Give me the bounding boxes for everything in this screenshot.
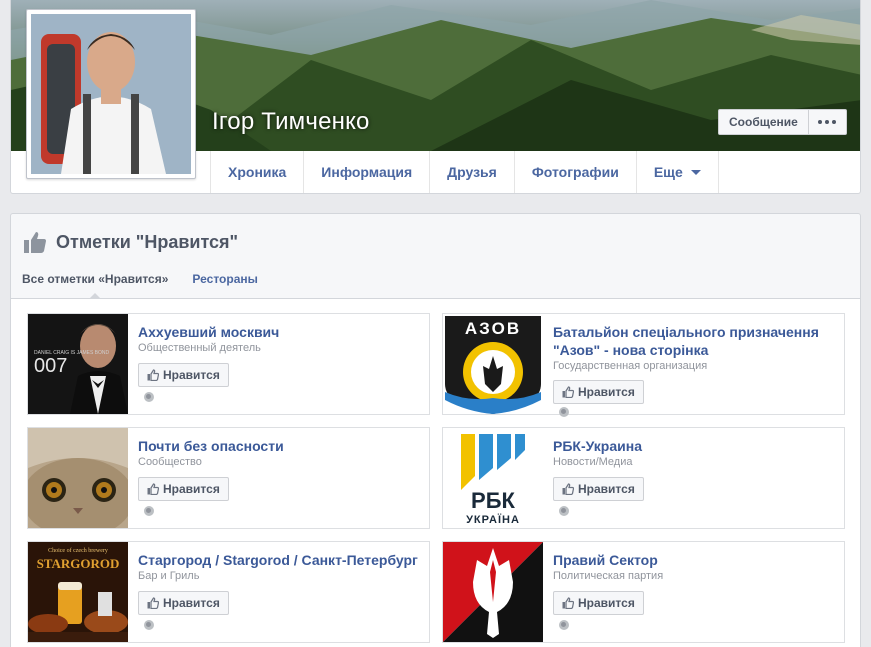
likes-header: Отметки "Нравится"	[23, 230, 238, 254]
globe-icon	[144, 506, 154, 516]
caret-down-icon	[690, 169, 701, 175]
more-options-button[interactable]	[808, 109, 847, 135]
page-category: Общественный деятель	[138, 342, 261, 354]
tab-photos[interactable]: Фотографии	[513, 151, 636, 193]
tab-friends[interactable]: Друзья	[429, 151, 514, 193]
page-thumbnail[interactable]: АЗОВ	[443, 314, 543, 414]
globe-icon	[144, 620, 154, 630]
page-name-link[interactable]: Батальйон спеціального призначення "Азов…	[553, 323, 838, 359]
ellipsis-icon	[818, 120, 823, 124]
page-name-link[interactable]: РБК-Украина	[553, 437, 838, 455]
thumbs-up-icon	[562, 597, 574, 609]
globe-icon	[559, 407, 569, 417]
profile-header: Ігор Тимченко Сообщение Хроника Информац…	[10, 0, 861, 194]
cat-thumbnail-image	[28, 428, 128, 528]
like-item-info: Аххуевший москвич Общественный деятель Н…	[138, 323, 423, 402]
ellipsis-icon	[832, 120, 837, 124]
thumbs-up-icon	[24, 232, 46, 253]
avatar	[31, 14, 191, 174]
avatar-person-image	[31, 14, 191, 174]
page-category: Политическая партия	[553, 570, 664, 582]
page-name-link[interactable]: Аххуевший москвич	[138, 323, 423, 341]
rbk-logo-image: РБК УКРАЇНА	[443, 428, 543, 528]
likes-title: Отметки "Нравится"	[56, 231, 239, 252]
like-button-label: Нравится	[578, 385, 635, 399]
page-thumbnail[interactable]: Choice of czech brewery STARGOROD	[28, 542, 128, 642]
like-item-info: Старгород / Stargorod / Санкт-Петербург …	[138, 551, 423, 630]
thumbs-up-icon	[147, 369, 159, 381]
pravyi-sektor-emblem-image	[443, 542, 543, 642]
likes-subtabs: Все отметки «Нравится» Рестораны	[22, 272, 258, 299]
like-item-info: Батальйон спеціального призначення "Азов…	[553, 323, 838, 417]
stargorod-thumbnail-image: Choice of czech brewery STARGOROD	[28, 542, 128, 642]
like-item-info: Почти без опасности Сообщество Нравится	[138, 437, 423, 516]
thumbs-up-icon	[562, 386, 574, 398]
page-name-link[interactable]: Почти без опасности	[138, 437, 423, 455]
rbk-text: РБК	[471, 488, 515, 513]
like-item: DANIEL CRAIG IS JAMES BOND 007 Аххуевший…	[27, 313, 430, 415]
profile-nav: Хроника Информация Друзья Фотографии Еще	[210, 151, 719, 193]
thumbs-up-icon	[147, 483, 159, 495]
subtab-all-likes[interactable]: Все отметки «Нравится»	[22, 272, 168, 299]
tab-label: Друзья	[447, 164, 497, 180]
azov-text: АЗОВ	[465, 319, 521, 338]
like-button[interactable]: Нравится	[553, 380, 644, 404]
globe-icon	[559, 506, 569, 516]
page-category: Сообщество	[138, 456, 202, 468]
page-thumbnail[interactable]	[443, 542, 543, 642]
tab-about[interactable]: Информация	[303, 151, 429, 193]
thumbs-up-icon	[147, 597, 159, 609]
like-button-label: Нравится	[578, 482, 635, 496]
like-button[interactable]: Нравится	[138, 363, 229, 387]
like-button-label: Нравится	[163, 482, 220, 496]
subtab-restaurants[interactable]: Рестораны	[192, 272, 257, 298]
bond-007-text: 007	[34, 355, 67, 377]
like-item: Правий Сектор Политическая партия Нравит…	[442, 541, 845, 643]
page-category: Государственная организация	[553, 360, 708, 372]
tab-timeline[interactable]: Хроника	[210, 151, 303, 193]
ellipsis-icon	[825, 120, 830, 124]
tab-label: Фотографии	[531, 164, 619, 180]
tab-more[interactable]: Еще	[635, 151, 719, 193]
page-category: Бар и Гриль	[138, 570, 200, 582]
like-item: РБК УКРАЇНА РБК-Украина Новости/Медиа Нр…	[442, 427, 845, 529]
like-button[interactable]: Нравится	[553, 477, 644, 501]
tab-label: Хроника	[228, 164, 287, 180]
like-item: Почти без опасности Сообщество Нравится	[27, 427, 430, 529]
azov-emblem-image: АЗОВ	[443, 314, 543, 414]
bond-thumbnail-image: DANIEL CRAIG IS JAMES BOND 007	[28, 314, 128, 414]
like-button-label: Нравится	[163, 368, 220, 382]
page-category: Новости/Медиа	[553, 456, 633, 468]
globe-icon	[144, 392, 154, 402]
thumbs-up-icon	[562, 483, 574, 495]
profile-name[interactable]: Ігор Тимченко	[212, 108, 370, 136]
like-item-info: Правий Сектор Политическая партия Нравит…	[553, 551, 838, 630]
globe-icon	[559, 620, 569, 630]
like-item-info: РБК-Украина Новости/Медиа Нравится	[553, 437, 838, 516]
like-button[interactable]: Нравится	[553, 591, 644, 615]
message-button[interactable]: Сообщение	[718, 109, 809, 135]
rbk-sub-text: УКРАЇНА	[466, 513, 520, 526]
like-button[interactable]: Нравится	[138, 477, 229, 501]
stargorod-logo-text: STARGOROD	[37, 556, 120, 571]
tab-label: Информация	[321, 164, 413, 180]
page-name-link[interactable]: Правий Сектор	[553, 551, 838, 569]
profile-picture[interactable]	[26, 9, 196, 179]
tab-label: Еще	[653, 164, 683, 180]
like-button[interactable]: Нравится	[138, 591, 229, 615]
likes-section: Отметки "Нравится" Все отметки «Нравится…	[10, 213, 861, 647]
cover-actions: Сообщение	[718, 109, 847, 135]
stargorod-top-text: Choice of czech brewery	[48, 547, 108, 554]
page-thumbnail[interactable]	[28, 428, 128, 528]
page-thumbnail[interactable]: РБК УКРАЇНА	[443, 428, 543, 528]
page-thumbnail[interactable]: DANIEL CRAIG IS JAMES BOND 007	[28, 314, 128, 414]
like-button-label: Нравится	[163, 596, 220, 610]
like-button-label: Нравится	[578, 596, 635, 610]
like-item: Choice of czech brewery STARGOROD Старго…	[27, 541, 430, 643]
like-item: АЗОВ Батальйон спеціального призначення …	[442, 313, 845, 417]
page-name-link[interactable]: Старгород / Stargorod / Санкт-Петербург	[138, 551, 423, 569]
